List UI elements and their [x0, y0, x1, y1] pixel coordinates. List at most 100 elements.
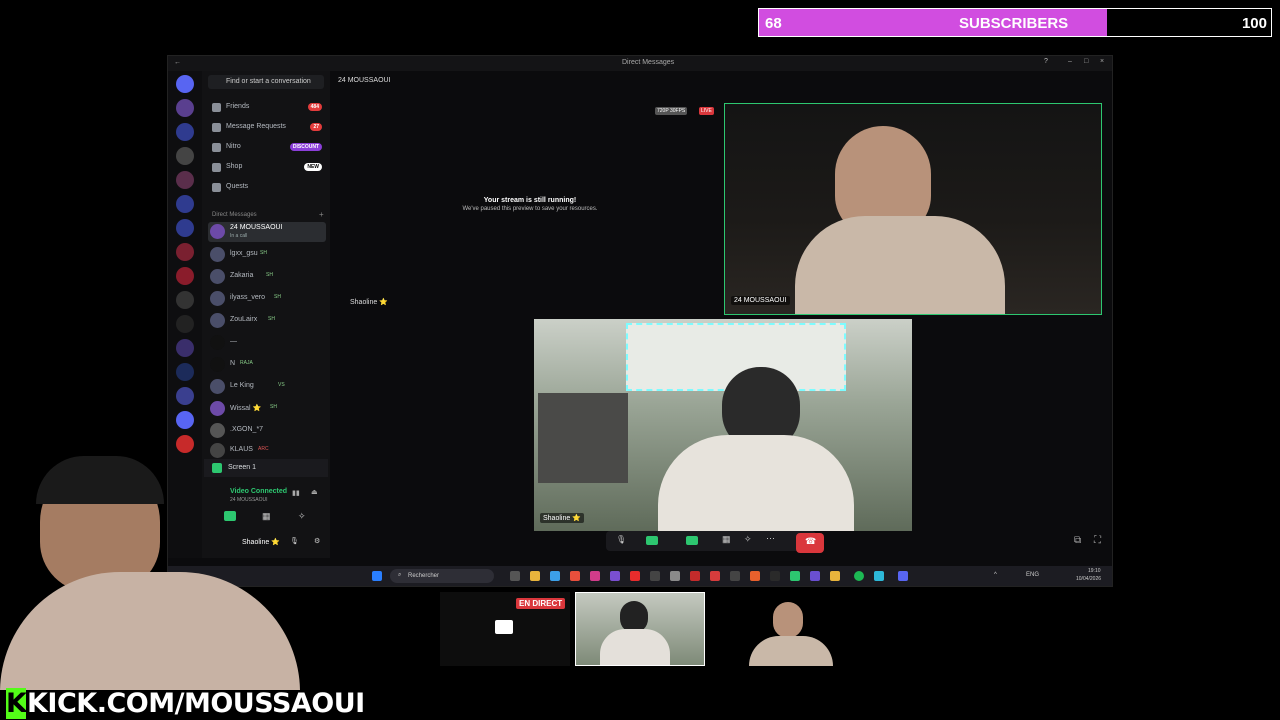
server-icon[interactable] [176, 267, 194, 285]
dm-name: .XGON_*7 [230, 426, 264, 433]
dm-item[interactable]: Le King VS [208, 377, 326, 397]
app-icon[interactable] [670, 571, 680, 581]
nav-friends[interactable]: Friends 484 [212, 100, 326, 116]
app-icon[interactable] [610, 571, 620, 581]
close-icon[interactable]: × [1100, 58, 1104, 65]
add-dm-icon[interactable]: + [319, 210, 324, 219]
server-icon[interactable] [176, 363, 194, 381]
nav-shop[interactable]: Shop NEW [212, 160, 326, 176]
discord-icon[interactable] [898, 571, 908, 581]
dm-item[interactable]: 24 MOUSSAOUI In a call [208, 222, 326, 242]
mic-icon[interactable]: 🎙 [616, 535, 626, 544]
nav-message-requests[interactable]: Message Requests 27 [212, 120, 326, 136]
dm-name: lgxx_gsu [230, 250, 258, 257]
search-box[interactable]: Find or start a conversation [208, 75, 324, 89]
end-call-button[interactable]: ☎ [796, 533, 824, 553]
chrome-icon[interactable] [570, 571, 580, 581]
fullscreen-icon[interactable]: ⛶ [1094, 535, 1101, 546]
dm-item[interactable]: .XGON_*7 [208, 421, 326, 441]
taskbar-time[interactable]: 19:10 [1088, 568, 1101, 574]
windows-start-icon[interactable] [372, 571, 382, 581]
app-icon[interactable] [730, 571, 740, 581]
minimize-icon[interactable]: – [1068, 58, 1072, 65]
phone-hangup-icon: ☎ [805, 536, 817, 546]
help-icon[interactable]: ? [1044, 58, 1048, 65]
keyboard-desk [538, 393, 628, 483]
nav-nitro[interactable]: Nitro DISCOUNT [212, 140, 326, 156]
youtube-icon[interactable] [630, 571, 640, 581]
tray-chevron-icon[interactable]: ^ [994, 572, 997, 578]
app-icon[interactable] [830, 571, 840, 581]
nav-label: Quests [226, 183, 249, 190]
app-icon[interactable] [650, 571, 660, 581]
edge-icon[interactable] [550, 571, 560, 581]
disconnect-icon[interactable]: ⏏ [311, 488, 318, 496]
server-icon[interactable] [176, 339, 194, 357]
popout-icon[interactable]: ⧉ [1074, 535, 1081, 546]
taskbar-search[interactable]: ⌕ Rechercher [390, 569, 494, 583]
server-icon[interactable] [176, 387, 194, 405]
shaoline-video-tile[interactable]: Shaoline ⭐ [534, 319, 912, 531]
server-icon[interactable] [176, 411, 194, 429]
friends-badge: 484 [307, 103, 322, 111]
server-icon[interactable] [176, 171, 194, 189]
camera-thumbnail[interactable] [575, 592, 705, 666]
dm-item[interactable]: Wissal ⭐ SH [208, 399, 326, 419]
language-indicator[interactable]: ENG [1026, 572, 1039, 578]
app-icon[interactable] [810, 571, 820, 581]
app-icon[interactable] [770, 571, 780, 581]
search-icon: ⌕ [398, 572, 402, 578]
share-screen-icon[interactable] [686, 536, 698, 545]
settings-icon[interactable]: ⚙ [314, 537, 320, 545]
file-explorer-icon[interactable] [530, 571, 540, 581]
app-icon[interactable] [690, 571, 700, 581]
remote-video-tile[interactable]: 24 MOUSSAOUI [724, 103, 1102, 315]
dm-tag: SH [260, 250, 267, 256]
server-icon[interactable] [176, 435, 194, 453]
server-icon[interactable] [176, 195, 194, 213]
dm-name: — [230, 338, 237, 345]
shaoline-name-label: Shaoline ⭐ [540, 513, 584, 523]
dm-item[interactable]: ilyass_vero SH [208, 289, 326, 309]
taskbar-date[interactable]: 10/04/2026 [1076, 576, 1101, 582]
screen-thumbnail[interactable]: EN DIRECT [440, 592, 570, 666]
avatar [210, 379, 225, 394]
dm-item[interactable]: N RAJA [208, 355, 326, 375]
server-icon[interactable] [176, 219, 194, 237]
dm-name: Wissal ⭐ [230, 405, 262, 412]
app-icon[interactable] [790, 571, 800, 581]
dm-item[interactable]: ZouLairx SH [208, 311, 326, 331]
app-icon[interactable] [710, 571, 720, 581]
spotify-icon[interactable] [854, 571, 864, 581]
activities-icon[interactable]: ▦ [722, 534, 731, 545]
server-icon[interactable] [176, 99, 194, 117]
task-view-icon[interactable] [510, 571, 520, 581]
dm-item[interactable]: — [208, 333, 326, 353]
camera-icon[interactable] [646, 536, 658, 545]
app-icon[interactable] [590, 571, 600, 581]
dm-name: N [230, 360, 236, 367]
discount-badge: DISCOUNT [289, 143, 322, 151]
server-icon[interactable] [176, 147, 194, 165]
live-indicator: EN DIRECT [516, 598, 566, 609]
stream-paused-notice: Your stream is still running! We've paus… [430, 197, 630, 212]
server-icon[interactable] [176, 291, 194, 309]
nav-quests[interactable]: Quests [212, 180, 326, 196]
soundboard-icon[interactable]: ✧ [744, 534, 752, 545]
server-icon[interactable] [176, 315, 194, 333]
app-icon[interactable] [874, 571, 884, 581]
dm-item[interactable]: Zakaria SH [208, 267, 326, 287]
person-shirt [749, 636, 833, 666]
maximize-icon[interactable]: □ [1084, 58, 1088, 65]
brave-icon[interactable] [750, 571, 760, 581]
server-icon[interactable] [176, 123, 194, 141]
person-shirt [795, 216, 1005, 314]
server-icon[interactable] [176, 243, 194, 261]
dm-item[interactable]: lgxx_gsu SH [208, 245, 326, 265]
streamer-hair [36, 456, 164, 504]
more-icon[interactable]: ⋯ [766, 533, 775, 544]
guest-thumbnail[interactable] [745, 592, 835, 666]
discord-home-icon[interactable] [176, 75, 194, 93]
dm-name: Zakaria [230, 272, 254, 279]
back-arrow-icon[interactable]: ← [174, 59, 181, 66]
